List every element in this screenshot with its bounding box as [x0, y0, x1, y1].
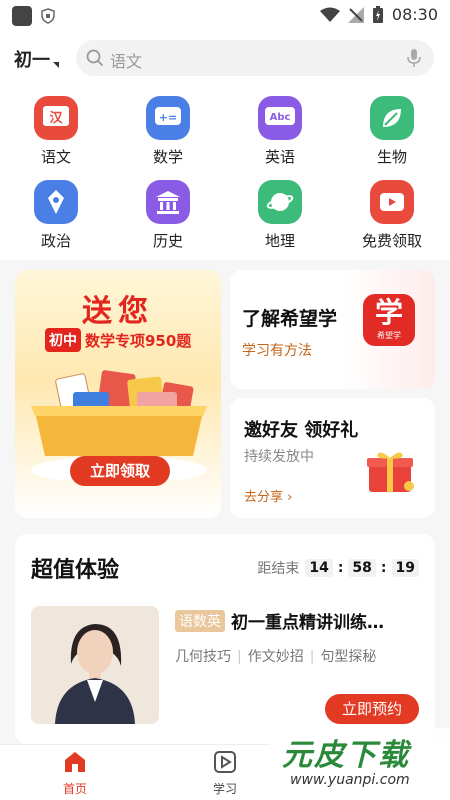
- countdown-minutes: 58: [348, 559, 376, 577]
- app-notification-icon: [12, 6, 32, 26]
- subject-label: 历史: [152, 232, 183, 250]
- watermark: 元皮下载 www.yuanpi.com: [270, 724, 450, 800]
- invite-title: 邀好友 领好礼: [244, 420, 359, 441]
- xiwangxue-logo: 学 希望学: [363, 294, 415, 346]
- tab-study[interactable]: 学习: [195, 749, 255, 797]
- course-tag: 几何技巧: [175, 649, 231, 665]
- english-glyph: Abc: [270, 112, 291, 123]
- microphone-icon[interactable]: [406, 48, 422, 68]
- tab-home[interactable]: 首页: [45, 749, 105, 797]
- tab-label: 学习: [212, 782, 237, 796]
- deal-title: 超值体验: [31, 558, 120, 583]
- subject-english[interactable]: Abc 英语: [230, 96, 330, 167]
- promo-title: 送您: [82, 294, 154, 329]
- subject-biology[interactable]: 生物: [342, 96, 442, 167]
- subject-math[interactable]: += 数学: [118, 96, 218, 167]
- chinese-glyph: 汉: [49, 110, 63, 126]
- home-icon: [65, 752, 85, 772]
- geography-icon: [258, 180, 302, 224]
- english-icon: Abc: [258, 96, 302, 140]
- subject-label: 英语: [264, 148, 295, 166]
- subject-label: 生物: [376, 148, 407, 166]
- grade-label: 初一: [14, 50, 50, 71]
- reserve-now-button[interactable]: 立即预约: [325, 694, 419, 724]
- gift-icon: [367, 452, 414, 492]
- wifi-icon: [319, 7, 340, 22]
- subject-free-claim[interactable]: 免费领取: [342, 180, 442, 251]
- biology-icon: [370, 96, 414, 140]
- subject-label: 地理: [264, 232, 295, 250]
- clock: 08:30: [391, 5, 438, 24]
- grade-selector[interactable]: 初一: [14, 46, 59, 72]
- tab-label: 首页: [62, 782, 87, 796]
- subject-label: 免费领取: [361, 232, 422, 250]
- course-title: 初一重点精讲训练…: [231, 613, 384, 633]
- subject-grid: 汉 语文 += 数学 Abc 英语 生物 政治 历史 地理 免费领取: [0, 84, 450, 260]
- course-tag: 作文妙招: [247, 649, 304, 665]
- subject-history[interactable]: 历史: [118, 180, 218, 251]
- chinese-icon: 汉: [34, 96, 78, 140]
- shield-icon: [41, 8, 55, 24]
- math-glyph: +=: [159, 111, 177, 124]
- subject-geography[interactable]: 地理: [230, 180, 330, 251]
- promo-text: 数学专项950题: [85, 331, 192, 350]
- about-subtitle: 学习有方法: [242, 343, 312, 359]
- subject-label: 语文: [40, 148, 71, 166]
- invite-subtitle: 持续发放中: [244, 449, 314, 465]
- politics-icon: [34, 180, 78, 224]
- teacher-photo[interactable]: [31, 606, 159, 724]
- subject-politics[interactable]: 政治: [6, 180, 106, 251]
- dropdown-icon: [53, 62, 59, 68]
- countdown-seconds: 19: [391, 559, 419, 577]
- subject-chinese[interactable]: 汉 语文: [6, 96, 106, 167]
- math-icon: +=: [146, 96, 190, 140]
- claim-now-button[interactable]: 立即领取: [70, 456, 170, 486]
- watermark-text: 元皮下载: [282, 738, 410, 773]
- search-placeholder: 语文: [110, 52, 143, 71]
- search-bar[interactable]: 语文: [76, 40, 434, 76]
- free-claim-icon: [370, 180, 414, 224]
- countdown-hours: 14: [305, 559, 333, 577]
- no-signal-icon: [347, 6, 364, 23]
- countdown-label: 距结束: [257, 561, 300, 577]
- about-title: 了解希望学: [242, 308, 338, 330]
- course-title-row[interactable]: 语数英 初一重点精讲训练…: [175, 608, 384, 633]
- course-subject-badge: 语数英: [175, 609, 225, 632]
- invite-card[interactable]: 邀好友 领好礼 持续发放中 去分享 ›: [230, 398, 435, 518]
- course-tags: 几何技巧 | 作文妙招 | 句型探秘: [175, 649, 377, 665]
- subject-label: 政治: [40, 232, 71, 250]
- promo-subtitle: 初中 数学专项950题: [45, 328, 191, 352]
- logo-caption: 希望学: [377, 331, 401, 340]
- battery-icon: [372, 5, 383, 23]
- deal-section: 超值体验 距结束 14 : 58 : 19 语数英 初一重点精讲训练… 几何技巧…: [15, 534, 435, 744]
- about-card[interactable]: 了解希望学 学习有方法 学 希望学: [230, 270, 435, 389]
- subject-label: 数学: [152, 148, 183, 166]
- countdown: 距结束 14 : 58 : 19: [257, 558, 419, 578]
- header: 初一 语文: [0, 32, 450, 84]
- promo-banner[interactable]: 送您 初中 数学专项950题 立即领取: [15, 270, 221, 518]
- share-link[interactable]: 去分享 ›: [244, 486, 292, 505]
- watermark-url: www.yuanpi.com: [290, 772, 410, 788]
- logo-glyph: 学: [374, 296, 403, 329]
- history-icon: [146, 180, 190, 224]
- search-icon: [86, 49, 104, 67]
- study-icon: [214, 751, 236, 773]
- status-bar: 08:30: [0, 0, 450, 32]
- course-tag: 句型探秘: [320, 649, 377, 665]
- promo-tag: 初中: [45, 328, 81, 352]
